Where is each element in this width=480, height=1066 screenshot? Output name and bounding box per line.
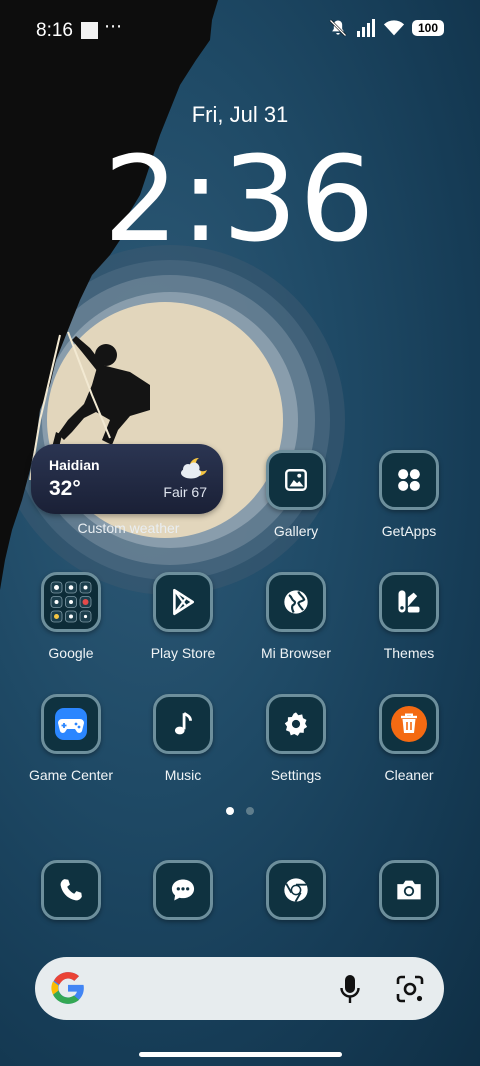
battery-indicator: 100 (412, 20, 444, 36)
app-label: Play Store (150, 645, 216, 661)
lockscreen-date: Fri, Jul 31 (191, 102, 289, 127)
gamepad-icon (41, 694, 101, 754)
bell-off-icon (329, 19, 347, 37)
globe-icon (266, 572, 326, 632)
google-lens-icon[interactable] (395, 974, 425, 1004)
app-settings[interactable]: Settings (241, 694, 351, 783)
themes-icon (379, 572, 439, 632)
app-cleaner[interactable]: Cleaner (354, 694, 464, 783)
app-themes[interactable]: Themes (354, 572, 464, 661)
page-dot (246, 807, 254, 815)
app-label: Game Center (28, 767, 114, 783)
page-indicator (0, 807, 480, 815)
app-game-center[interactable]: Game Center (16, 694, 126, 783)
gear-icon (266, 694, 326, 754)
app-label: Music (164, 767, 202, 783)
camera-icon (379, 860, 439, 920)
dock-chrome[interactable] (241, 860, 351, 920)
more-notifications-icon: ⋯ (104, 16, 123, 36)
app-label: Google (48, 645, 94, 661)
chrome-icon (266, 860, 326, 920)
partly-cloudy-night-icon (181, 457, 207, 479)
app-label: Mi Browser (260, 645, 331, 661)
notification-icon (81, 22, 98, 39)
app-mi-browser[interactable]: Mi Browser (241, 572, 351, 661)
app-getapps[interactable]: GetApps (354, 450, 464, 539)
microphone-icon[interactable] (339, 974, 361, 1004)
lockscreen-clock[interactable]: 2:36 (0, 130, 480, 268)
dock-phone[interactable] (16, 860, 126, 920)
getapps-icon (379, 450, 439, 510)
app-label: GetApps (381, 523, 437, 539)
signal-icon (357, 19, 375, 37)
app-folder-google[interactable]: Google (16, 572, 126, 661)
weather-widget[interactable]: Haidian 32° Fair 67 (31, 444, 223, 514)
app-label: Cleaner (384, 767, 434, 783)
page-dot-active (226, 807, 234, 815)
weather-temperature: 32° (49, 477, 81, 500)
app-play-store[interactable]: Play Store (128, 572, 238, 661)
app-music[interactable]: Music (128, 694, 238, 783)
gallery-icon (266, 450, 326, 510)
google-search-bar[interactable] (35, 957, 444, 1020)
weather-widget-label: Custom weather (77, 520, 180, 536)
dock-messages[interactable] (128, 860, 238, 920)
messages-icon (153, 860, 213, 920)
status-bar: 8:16 ⋯ 100 (0, 0, 480, 60)
dock-camera[interactable] (354, 860, 464, 920)
app-label: Settings (270, 767, 322, 783)
wifi-icon (383, 20, 405, 36)
app-label: Themes (383, 645, 435, 661)
phone-icon (41, 860, 101, 920)
play-store-icon (153, 572, 213, 632)
weather-city: Haidian (49, 457, 100, 473)
status-time: 8:16 (36, 20, 73, 41)
google-logo-icon (51, 972, 84, 1004)
gesture-navigation-bar[interactable] (139, 1052, 342, 1057)
google-folder-icon (41, 572, 101, 632)
trash-icon (379, 694, 439, 754)
app-gallery[interactable]: Gallery (241, 450, 351, 539)
app-label: Gallery (273, 523, 319, 539)
music-note-icon (153, 694, 213, 754)
weather-condition: Fair 67 (163, 484, 207, 500)
